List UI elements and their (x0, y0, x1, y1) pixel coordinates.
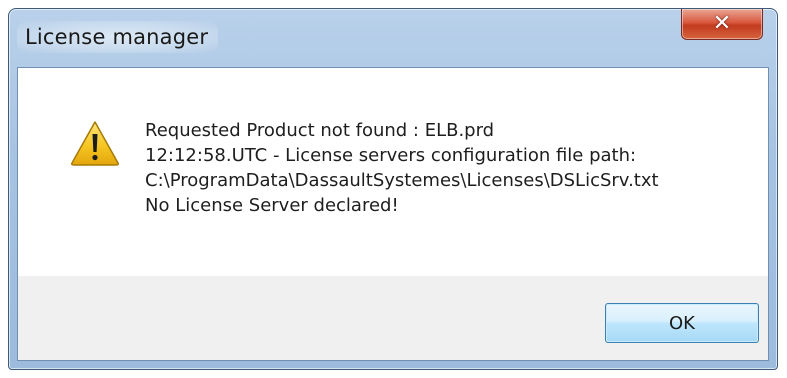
dialog-client-area: Requested Product not found : ELB.prd 12… (17, 67, 769, 361)
warning-icon (71, 121, 119, 166)
message-line-product: Requested Product not found : ELB.prd (145, 120, 495, 141)
message-line-timestamp: 12:12:58.UTC - License servers configura… (145, 145, 637, 166)
message-line-path: C:\ProgramData\DassaultSystemes\Licenses… (145, 170, 659, 191)
close-icon: ✕ (712, 11, 732, 36)
title-bar[interactable]: License manager ✕ (9, 9, 777, 67)
license-manager-dialog: License manager ✕ Requested Product not … (8, 8, 778, 370)
close-button[interactable]: ✕ (681, 9, 763, 40)
message-area: Requested Product not found : ELB.prd 12… (18, 68, 768, 276)
window-title: License manager (25, 25, 209, 49)
title-plate: License manager (17, 21, 219, 53)
message-text: Requested Product not found : ELB.prd 12… (145, 118, 748, 218)
message-line-status: No License Server declared! (145, 195, 399, 216)
ok-button[interactable]: OK (605, 303, 759, 343)
